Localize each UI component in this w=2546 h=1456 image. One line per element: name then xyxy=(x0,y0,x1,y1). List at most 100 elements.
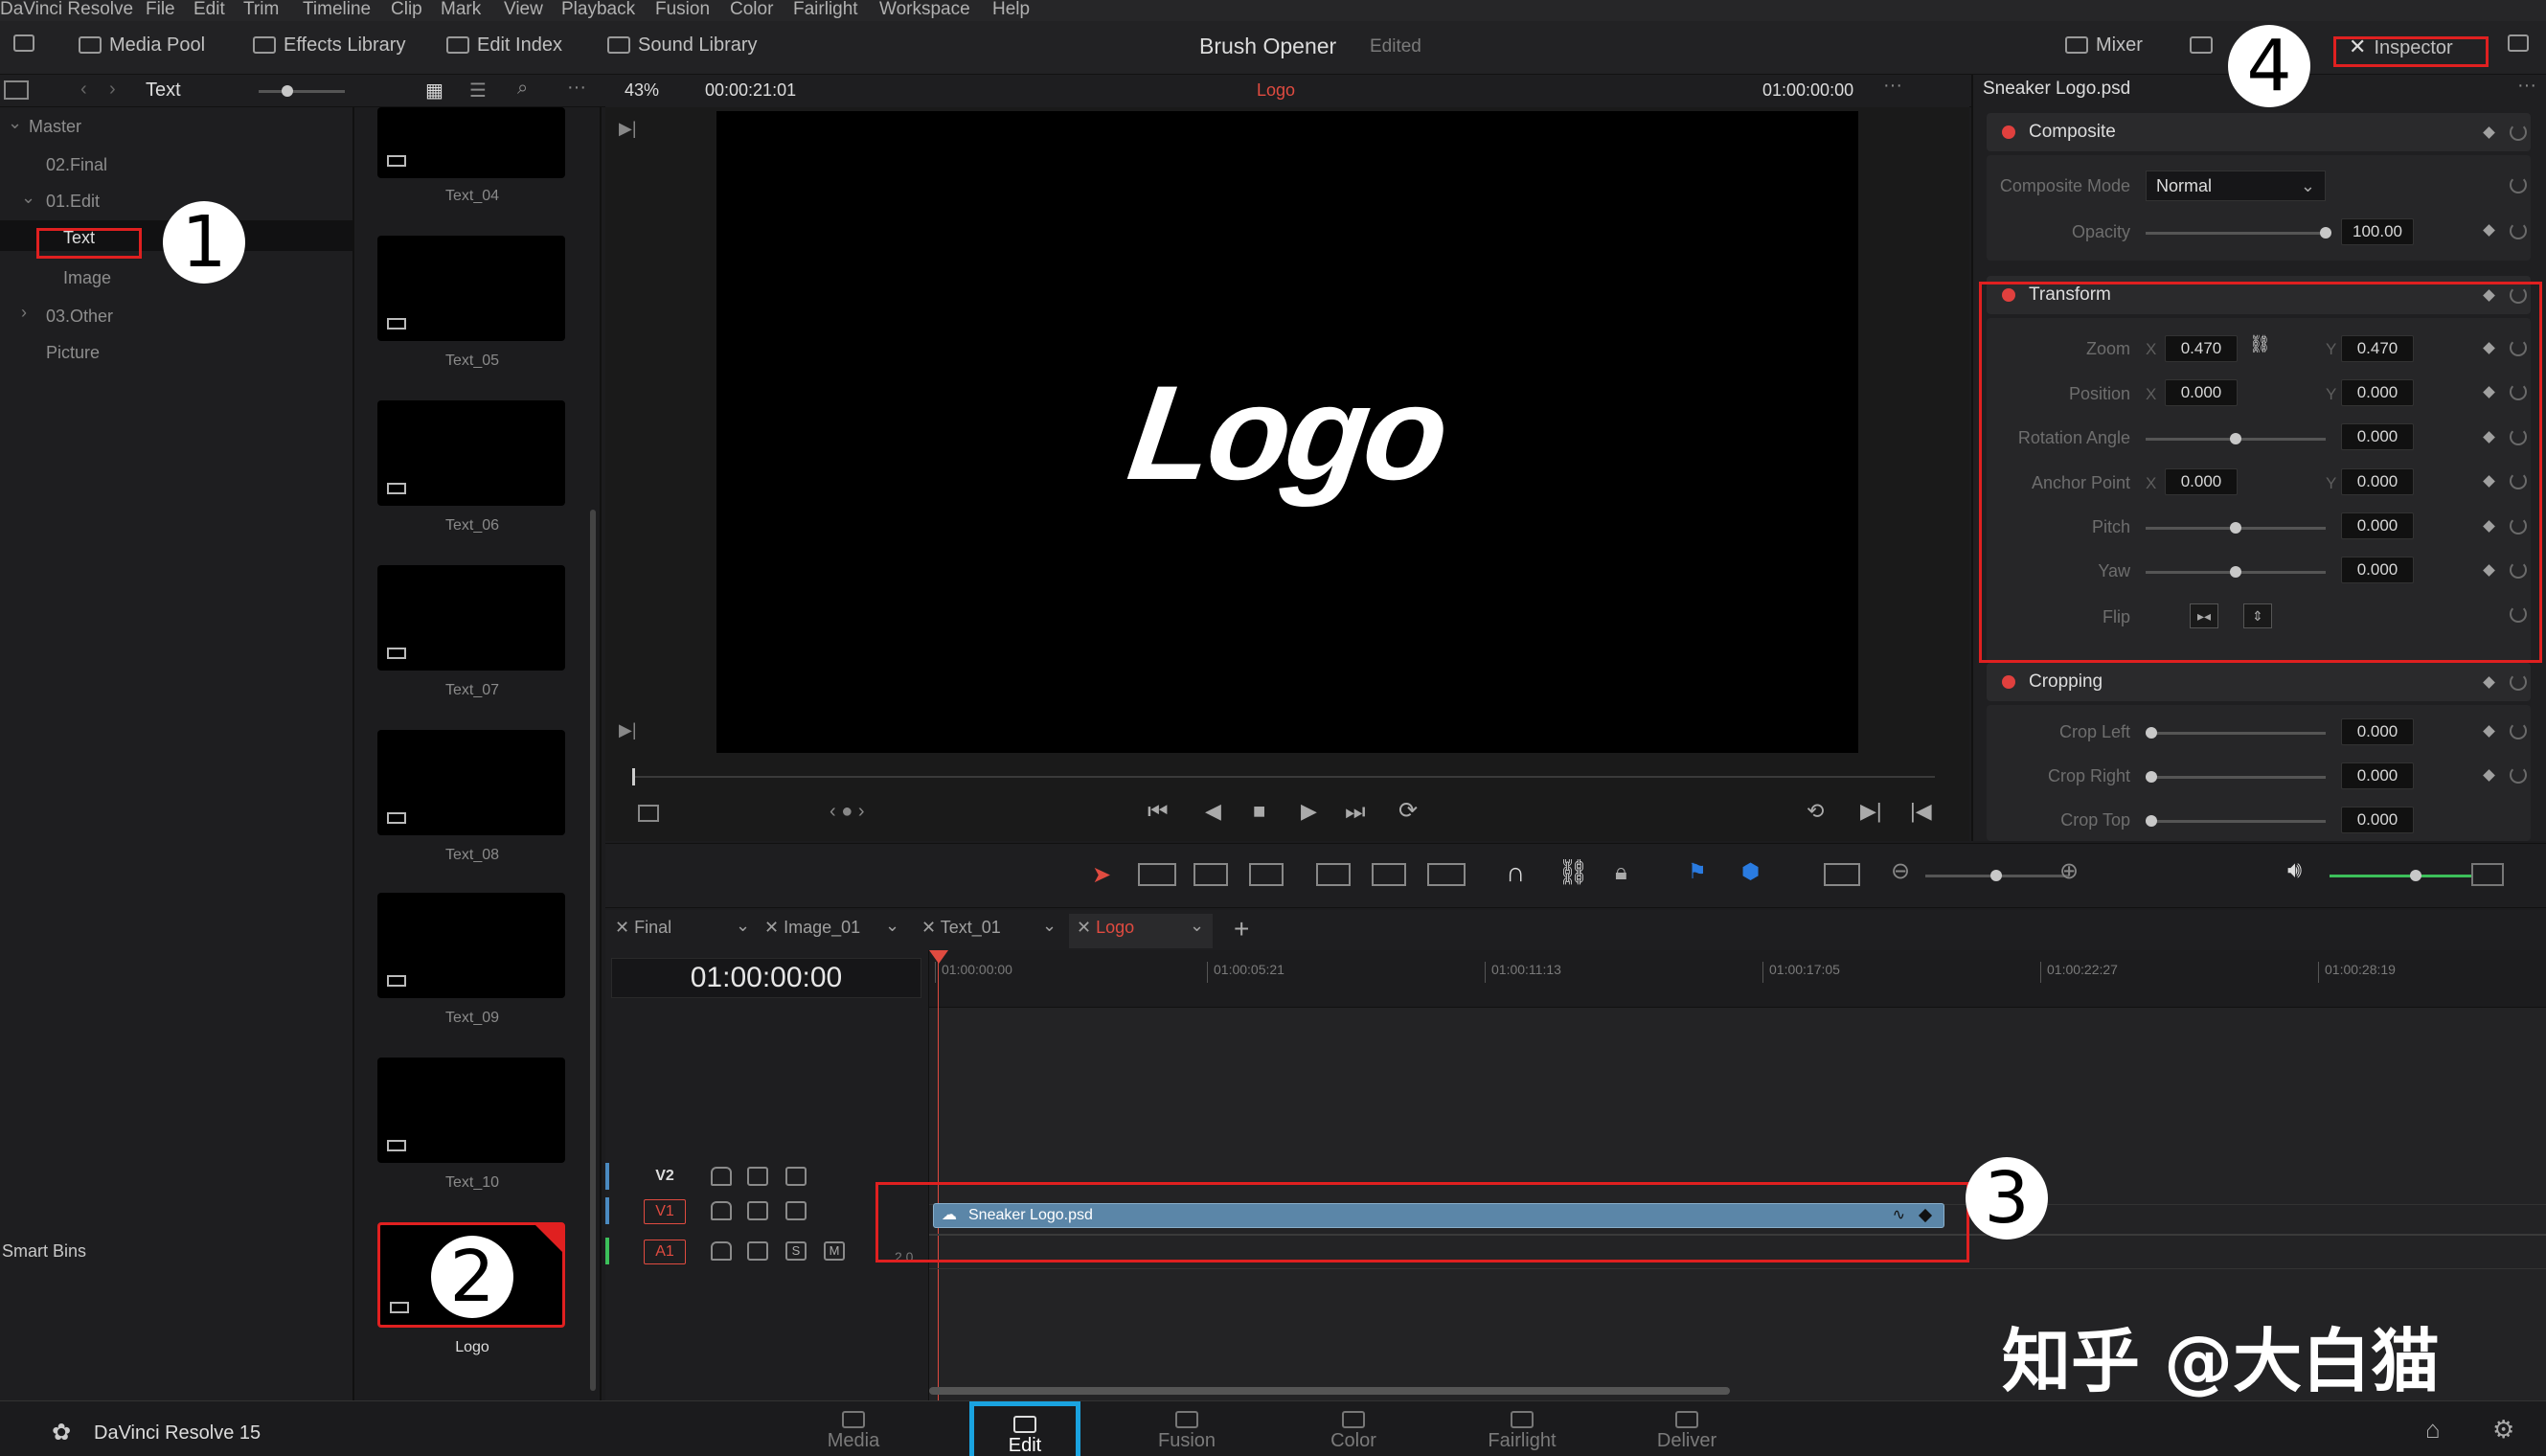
page-media[interactable]: Media xyxy=(801,1401,906,1456)
mute-button[interactable]: M xyxy=(824,1241,845,1261)
inspector-more-icon[interactable]: ··· xyxy=(2517,75,2536,97)
expand-icon[interactable] xyxy=(2508,33,2536,55)
reset-icon[interactable] xyxy=(2510,722,2527,739)
playhead-marker[interactable] xyxy=(632,768,635,785)
crop-top-field[interactable]: 0.000 xyxy=(2341,807,2414,833)
crop-top-slider[interactable] xyxy=(2146,820,2326,823)
timeline-scrollbar[interactable] xyxy=(929,1387,1730,1395)
clip-thumb[interactable] xyxy=(377,565,565,671)
playhead-icon[interactable] xyxy=(929,950,948,964)
clip-thumb[interactable] xyxy=(377,893,565,998)
close-icon[interactable]: ✕ xyxy=(764,918,784,937)
timeline-tracks[interactable]: 01:00:00:00 01:00:05:21 01:00:11:13 01:0… xyxy=(929,950,2546,1401)
composite-header[interactable]: Composite xyxy=(1987,113,2531,151)
composite-enable-icon[interactable] xyxy=(2002,125,2015,139)
timeline-zoom-knob[interactable] xyxy=(1990,870,2002,881)
go-to-start-icon[interactable]: ⏮ xyxy=(1148,799,1169,826)
scrubber-bar[interactable] xyxy=(632,776,1935,778)
keyframe-icon[interactable] xyxy=(2483,126,2495,139)
thumb-size-slider[interactable] xyxy=(259,90,345,93)
metadata-icon[interactable] xyxy=(2190,34,2220,57)
tab-logo[interactable]: ✕ Logo ⌄ xyxy=(1069,914,1213,948)
clip-thumb[interactable] xyxy=(377,730,565,835)
timeline-view-icon[interactable] xyxy=(1824,863,1860,886)
solo-button[interactable]: S xyxy=(785,1241,807,1261)
flag-icon[interactable]: ⚑ xyxy=(1688,859,1707,884)
dim-audio-icon[interactable] xyxy=(2471,863,2504,886)
auto-select-icon[interactable] xyxy=(747,1167,768,1186)
workspace-icon[interactable] xyxy=(13,33,42,55)
bin-image[interactable]: Image xyxy=(63,268,111,288)
search-icon[interactable]: ⌕ xyxy=(517,78,528,100)
zoom-in-icon[interactable]: ⊕ xyxy=(2059,857,2079,885)
auto-select-icon[interactable] xyxy=(747,1241,768,1261)
chevron-right-icon[interactable]: › xyxy=(21,303,27,323)
cropping-header[interactable]: Cropping xyxy=(1987,663,2531,701)
mark-in-icon[interactable]: ▶| xyxy=(1860,799,1882,824)
volume-icon[interactable]: 🔊︎ xyxy=(2287,857,2302,884)
menu-view[interactable]: View xyxy=(504,0,543,20)
lock-icon[interactable] xyxy=(711,1241,732,1261)
mixer-button[interactable]: Mixer xyxy=(2065,34,2143,57)
reverse-play-icon[interactable]: ◀ xyxy=(1205,799,1221,824)
viewer-screen[interactable]: Logo xyxy=(716,111,1858,753)
tab-image-01[interactable]: ✕ Image_01 ⌄ xyxy=(764,916,904,946)
page-deliver[interactable]: Deliver xyxy=(1634,1401,1739,1456)
track-v1-label[interactable]: V1 xyxy=(644,1199,686,1224)
cropping-enable-icon[interactable] xyxy=(2002,675,2015,689)
marker-icon[interactable]: ⬢ xyxy=(1741,859,1760,884)
reset-icon[interactable] xyxy=(2510,766,2527,784)
bin-picture[interactable]: Picture xyxy=(46,343,100,363)
composite-mode-select[interactable]: Normal ⌄ xyxy=(2146,171,2326,201)
snapping-icon[interactable]: ∩ xyxy=(1506,857,1525,888)
crop-left-field[interactable]: 0.000 xyxy=(2341,718,2414,745)
volume-slider[interactable] xyxy=(2330,875,2473,877)
match-frame-icon[interactable]: ⟲ xyxy=(1807,799,1824,824)
menu-file[interactable]: File xyxy=(146,0,175,20)
tab-final[interactable]: ✕ Final ⌄ xyxy=(615,916,755,946)
thumbs-scrollbar[interactable] xyxy=(590,510,596,1391)
clip-nav-icon[interactable]: ‹ ● › xyxy=(830,801,865,823)
replace-clip-icon[interactable] xyxy=(1427,863,1466,886)
track-visibility-icon[interactable] xyxy=(785,1167,807,1186)
page-fairlight[interactable]: Fairlight xyxy=(1469,1401,1575,1456)
blade-tool-icon[interactable] xyxy=(1249,863,1284,886)
menu-fusion[interactable]: Fusion xyxy=(655,0,710,20)
zoom-level[interactable]: 43% xyxy=(625,80,659,101)
grid-view-icon[interactable]: ▦ xyxy=(425,79,443,102)
dynamic-trim-icon[interactable] xyxy=(1193,863,1228,886)
menu-color[interactable]: Color xyxy=(730,0,773,20)
linked-selection-icon[interactable]: ⛓ xyxy=(1557,857,1589,887)
clip-thumb[interactable] xyxy=(377,1058,565,1163)
more-icon[interactable]: ··· xyxy=(567,77,586,99)
menu-help[interactable]: Help xyxy=(992,0,1030,20)
media-pool-button[interactable]: Media Pool xyxy=(79,34,205,57)
keyframe-icon[interactable] xyxy=(2483,224,2495,237)
crop-right-knob[interactable] xyxy=(2146,771,2157,783)
track-a1-label[interactable]: A1 xyxy=(644,1240,686,1264)
panel-toggle-icon[interactable] xyxy=(4,80,29,100)
home-icon[interactable]: ⌂ xyxy=(2425,1415,2441,1445)
loop-icon[interactable]: ⟳ xyxy=(1398,797,1418,825)
crop-right-slider[interactable] xyxy=(2146,776,2326,779)
insert-clip-icon[interactable] xyxy=(1316,863,1351,886)
crop-right-field[interactable]: 0.000 xyxy=(2341,762,2414,789)
viewer-timeline-name[interactable]: Logo xyxy=(1257,80,1295,101)
bin-final[interactable]: 02.Final xyxy=(46,155,107,175)
prev-frame-icon[interactable]: ▶| xyxy=(619,119,637,139)
tab-text-01[interactable]: ✕ Text_01 ⌄ xyxy=(921,916,1061,946)
page-color[interactable]: Color xyxy=(1301,1401,1406,1456)
bin-edit[interactable]: 01.Edit xyxy=(46,192,100,212)
menu-timeline[interactable]: Timeline xyxy=(303,0,371,20)
chevron-down-icon[interactable]: ⌄ xyxy=(21,188,35,208)
page-fusion[interactable]: Fusion xyxy=(1134,1401,1239,1456)
auto-select-icon[interactable] xyxy=(747,1201,768,1220)
position-lock-icon[interactable]: 🔒︎ xyxy=(1615,859,1627,886)
effects-library-button[interactable]: Effects Library xyxy=(253,34,405,57)
list-view-icon[interactable]: ☰ xyxy=(469,79,487,102)
add-tab-icon[interactable]: + xyxy=(1234,914,1249,944)
menu-workspace[interactable]: Workspace xyxy=(879,0,970,20)
menu-app[interactable]: DaVinci Resolve xyxy=(0,0,133,20)
chevron-down-icon[interactable]: ⌄ xyxy=(8,113,22,133)
forward-icon[interactable]: › xyxy=(109,79,116,101)
